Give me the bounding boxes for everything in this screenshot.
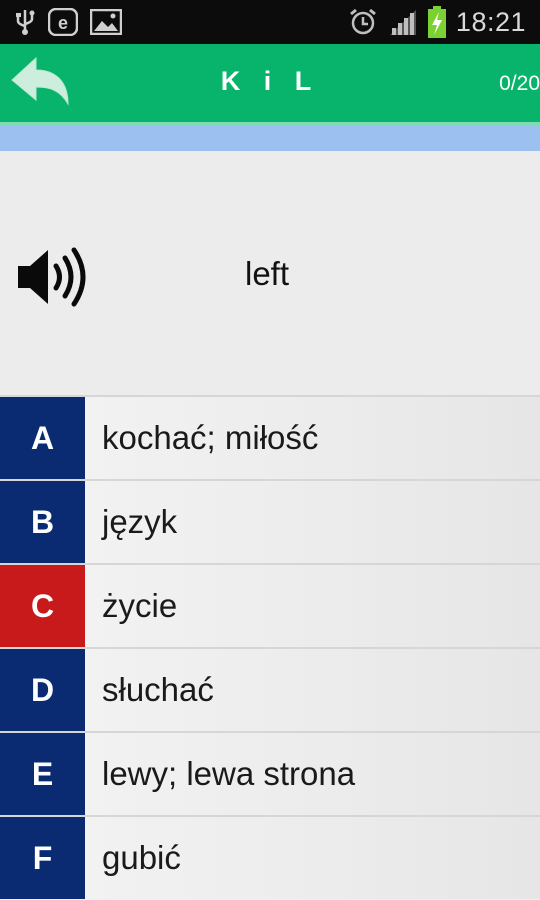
e-notification-icon: e — [48, 8, 78, 36]
usb-icon — [14, 8, 36, 36]
speaker-icon — [16, 247, 94, 312]
answer-list: A kochać; miłość B język C życie D słuch… — [0, 395, 540, 899]
signal-icon — [388, 8, 418, 36]
answer-letter: E — [0, 733, 85, 815]
notification-icons: e — [14, 8, 122, 36]
answer-option-d[interactable]: D słuchać — [0, 647, 540, 731]
app-bar: K i L 0/20 — [0, 44, 540, 122]
answer-option-b[interactable]: B język — [0, 479, 540, 563]
clock: 18:21 — [455, 6, 526, 37]
image-icon — [90, 9, 122, 35]
answer-letter: F — [0, 817, 85, 899]
back-arrow-icon — [10, 56, 74, 116]
question-counter: 0/20 — [499, 72, 540, 95]
status-bar: e 18:21 — [0, 0, 540, 44]
answer-text: kochać; miłość — [102, 419, 319, 456]
question-panel: left — [0, 151, 540, 395]
answer-text: życie — [102, 587, 178, 624]
answer-option-f[interactable]: F gubić — [0, 815, 540, 899]
svg-text:e: e — [58, 13, 68, 33]
answer-text: język — [102, 503, 178, 540]
page-title: K i L — [220, 66, 320, 96]
answer-option-e[interactable]: E lewy; lewa strona — [0, 731, 540, 815]
answer-option-a[interactable]: A kochać; miłość — [0, 395, 540, 479]
answer-option-c[interactable]: C życie — [0, 563, 540, 647]
alarm-icon — [348, 7, 378, 37]
answer-text: gubić — [102, 839, 181, 876]
answer-letter: A — [0, 397, 85, 479]
question-word: left — [245, 255, 290, 292]
answer-letter: C — [0, 565, 85, 647]
answer-letter: D — [0, 649, 85, 731]
progress-bar — [0, 125, 540, 151]
answer-text: lewy; lewa strona — [102, 755, 356, 792]
system-icons: 18:21 — [348, 4, 526, 40]
answer-letter: B — [0, 481, 85, 563]
answer-text: słuchać — [102, 671, 214, 708]
battery-charging-icon — [427, 6, 446, 38]
play-audio-button[interactable] — [16, 246, 94, 308]
